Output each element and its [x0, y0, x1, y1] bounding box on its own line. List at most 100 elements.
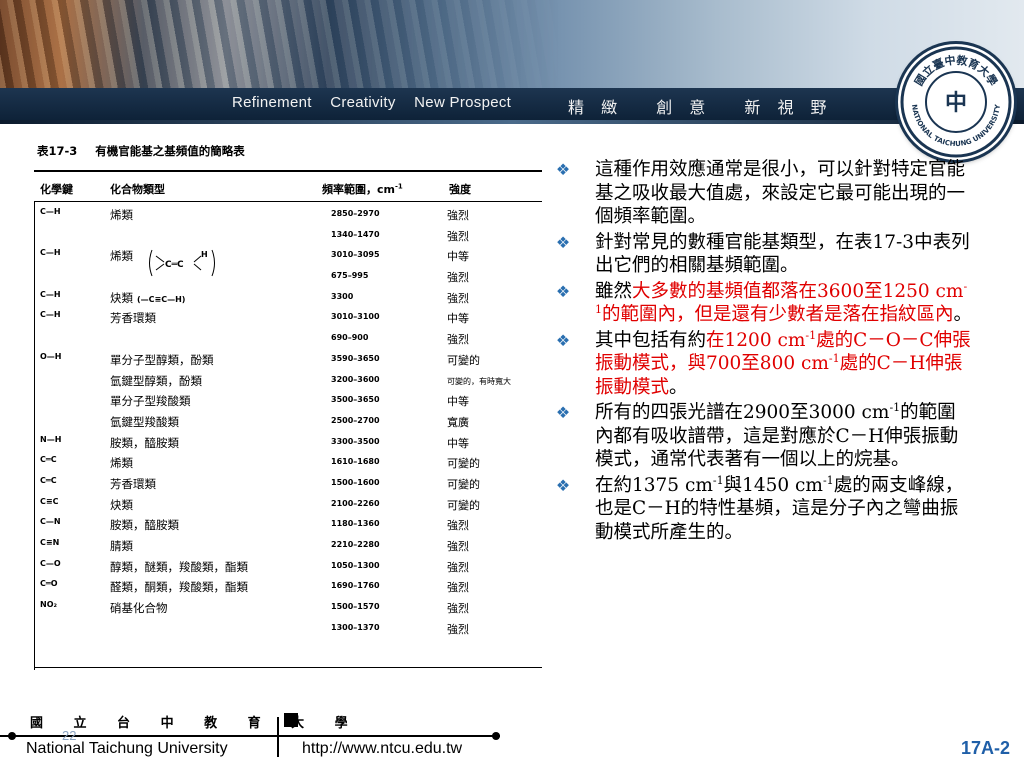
highlighted-text: 在1200 cm	[706, 329, 806, 351]
page-number: 22	[62, 728, 77, 743]
footer-university-cn: 國 立 台 中 教 育 大 學	[30, 716, 361, 731]
compound-cell: 腈類	[110, 539, 133, 553]
compound-cell: 炔類 (—C≡C—H)	[110, 290, 186, 305]
frequency-cell: 1050–1300	[331, 560, 380, 570]
footer-url[interactable]: http://www.ntcu.edu.tw	[302, 740, 462, 758]
intensity-cell: 強烈	[447, 560, 469, 574]
bullet-item: ❖ 所有的四張光譜在2900至3000 cm-1的範圍內都有吸收譜帶，這是對應於C…	[553, 401, 973, 472]
table-row: 氫鍵型醇類，酚類 3200–3600 可變的，有時寬大	[34, 370, 542, 391]
diamond-bullet-icon: ❖	[555, 232, 571, 252]
bullet-item: ❖ 雖然大多數的基頻值都落在3600至1250 cm-1的範圍內，但是還有少數者是…	[553, 280, 973, 327]
bullet-text: 與1450 cm	[723, 474, 823, 496]
frequency-cell: 3590–3650	[331, 353, 380, 363]
table-row: C═O 醛類，酮類，羧酸類，酯類 1690–1760 強烈	[34, 576, 542, 597]
compound-cell: 炔類	[110, 497, 133, 512]
intensity-cell: 可變的，有時寬大	[447, 376, 511, 386]
bullet-text: -1	[822, 473, 834, 487]
highlighted-text: 大多數的基頻值都落在3600至1250 cm	[632, 280, 964, 302]
frequency-cell: 1180–1360	[331, 519, 380, 529]
bullet-text: -1	[889, 400, 901, 414]
table-row: 1340–1470 強烈	[34, 225, 542, 246]
table-row: O—H 單分子型醇類，酚類 3590–3650 可變的	[34, 349, 542, 370]
compound-cell: 硝基化合物	[110, 601, 168, 616]
bond-cell: O—H	[40, 351, 62, 361]
table-row: 氫鍵型羧酸類 2500–2700 寬廣	[34, 411, 542, 432]
bullet-text: 在約1375 cm	[595, 474, 713, 496]
frequency-cell: 690–900	[331, 333, 369, 343]
compound-cell: 胺類，醯胺類	[110, 518, 179, 533]
compound-cell: 烯類	[110, 208, 133, 222]
intensity-cell: 可變的	[447, 457, 480, 471]
highlighted-text: -1	[828, 351, 840, 365]
intensity-cell: 強烈	[447, 581, 469, 595]
highlighted-text: 的範圍內，但是還有少數者是落在指紋區內	[602, 304, 954, 325]
bullet-text: 這種作用效應通常是很小，可以針對特定官能基之吸收最大值處，來設定它最可能出現的一…	[595, 159, 966, 227]
slogan-creativity: Creativity	[330, 94, 396, 111]
frequency-cell: 1500–1570	[331, 602, 380, 612]
frequency-cell: 3200–3600	[331, 374, 380, 384]
bullet-text: 所有的四張光譜在2900至3000 cm	[595, 402, 890, 423]
table-row: C—O 醇類，醚類，羧酸類，酯類 1050–1300 強烈	[34, 556, 542, 577]
slogan-refinement: Refinement	[232, 94, 312, 111]
frequency-cell: 3010–3095	[331, 250, 380, 260]
compound-cell: 胺類，醯胺類	[110, 435, 179, 450]
diamond-bullet-icon: ❖	[555, 330, 571, 350]
bond-cell: C—H	[40, 248, 61, 258]
header-photo	[0, 0, 1024, 88]
bond-cell: NO₂	[40, 600, 57, 610]
slogan-english: Refinement Creativity New Prospect	[232, 94, 525, 111]
table-body: C—H 烯類 2850–2970 強烈 1340–1470 強烈 C—H 烯類 3010–309…	[34, 204, 542, 638]
bond-cell: C═O	[40, 579, 58, 589]
frequency-cell: 1340–1470	[331, 229, 380, 239]
table-row: N—H 胺類，醯胺類 3300–3500 中等	[34, 432, 542, 453]
table-row: 690–900 強烈	[34, 328, 542, 349]
diamond-bullet-icon: ❖	[555, 403, 571, 422]
frequency-table: 化學鍵 化合物類型 頻率範圍，cm-1 強度 C—H 烯類 2850–2970 強烈 1…	[34, 170, 542, 670]
compound-cell: 氫鍵型醇類，酚類	[110, 373, 202, 388]
table-row: C≡C 炔類 2100–2260 可變的	[34, 494, 542, 515]
table-title: 有機官能基之基頻值的簡略表	[95, 144, 245, 158]
slogan-new-prospect: New Prospect	[414, 94, 512, 111]
seal-center-char: 中	[945, 91, 967, 116]
bond-cell: C═C	[40, 475, 57, 485]
footer-university-en: National Taichung University	[26, 740, 228, 757]
compound-cell: 單分子型醇類，酚類	[110, 352, 214, 367]
compound-cell: 醇類，醚類，羧酸類，酯類	[110, 559, 248, 574]
header-frequency: 頻率範圍，cm-1	[322, 182, 403, 196]
header-compound: 化合物類型	[110, 183, 165, 196]
slide-code: 17A-2	[960, 738, 1010, 758]
frequency-cell: 1500–1600	[331, 477, 380, 487]
table-number: 表17-3	[37, 144, 78, 158]
intensity-cell: 強烈	[447, 291, 469, 305]
intensity-cell: 可變的	[447, 353, 480, 367]
compound-cell: 單分子型羧酸類	[110, 394, 191, 409]
frequency-cell: 1300–1370	[331, 622, 380, 632]
table-row: 675–995 強烈	[34, 266, 542, 287]
bond-cell: C≡C	[40, 496, 59, 506]
intensity-cell: 強烈	[447, 209, 469, 222]
table-header-row: 化學鍵 化合物類型 頻率範圍，cm-1 強度	[34, 172, 542, 202]
intensity-cell: 可變的	[447, 477, 480, 491]
intensity-cell: 強烈	[447, 540, 469, 553]
table-row: C—H 炔類 (—C≡C—H) 3300 強烈	[34, 287, 542, 308]
footer-square-icon	[284, 713, 298, 727]
bullet-text: 。	[953, 304, 973, 325]
frequency-cell: 2100–2260	[331, 498, 380, 508]
frequency-cell: 1610–1680	[331, 457, 380, 467]
table-row: C—H 烯類 2850–2970 強烈	[34, 204, 542, 225]
bullet-text: 針對常見的數種官能基類型，在表17-3中表列出它們的相關基頻範圍。	[595, 231, 970, 277]
bond-cell: C≡N	[40, 538, 60, 547]
frequency-cell: 3500–3650	[331, 395, 380, 405]
header-intensity: 強度	[449, 183, 471, 196]
frequency-cell: 2500–2700	[331, 415, 380, 425]
diamond-bullet-icon: ❖	[555, 281, 571, 301]
intensity-cell: 強烈	[447, 333, 469, 347]
university-seal-logo: 國立臺中教育大學 NATIONAL TAICHUNG UNIVERSITY 中	[898, 44, 1014, 160]
slogan-cn-2: 創 意	[656, 98, 712, 117]
intensity-cell: 寬廣	[447, 415, 469, 429]
intensity-cell: 可變的	[447, 498, 480, 512]
bond-cell: C═C	[40, 455, 57, 465]
frequency-cell: 3300	[331, 291, 354, 301]
bullet-text: -1	[712, 473, 724, 487]
bullet-item: ❖ 這種作用效應通常是很小，可以針對特定官能基之吸收最大值處，來設定它最可能出現的…	[553, 158, 973, 229]
